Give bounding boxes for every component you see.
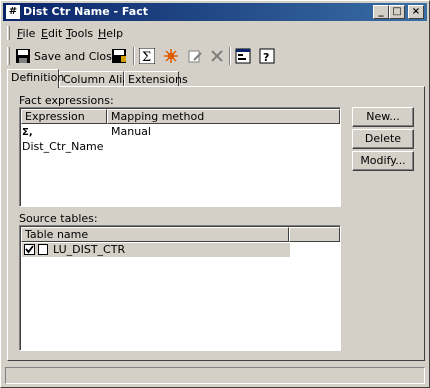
- save-button[interactable]: [111, 46, 127, 66]
- minimize-button[interactable]: _: [373, 5, 389, 19]
- help-icon: ?: [259, 48, 275, 64]
- definition-panel: Fact expressions: Expression Mapping met…: [7, 86, 425, 361]
- new-expression-button[interactable]: [163, 46, 179, 66]
- help-button[interactable]: ?: [259, 46, 275, 66]
- sigma-icon: Σ: [138, 47, 156, 65]
- menubar-grip[interactable]: [7, 26, 10, 40]
- toolbar-separator: [133, 47, 135, 65]
- properties-icon: [235, 48, 251, 64]
- fact-expressions-label: Fact expressions:: [19, 94, 114, 107]
- menu-help-rest: elp: [106, 27, 124, 40]
- menu-file-rest: ile: [22, 27, 36, 40]
- delete-x-icon: [209, 48, 225, 64]
- properties-button[interactable]: [235, 46, 251, 66]
- modify-button[interactable]: Modify...: [352, 151, 414, 171]
- menu-tools[interactable]: Tools: [66, 27, 93, 40]
- floppy-disk-icon: [15, 48, 31, 64]
- sigma-icon: Σ,: [22, 127, 33, 138]
- table-row[interactable]: LU_DIST_CTR: [22, 243, 290, 257]
- fact-expressions-list[interactable]: Expression Mapping method Σ, Dist_Ctr_Na…: [19, 107, 341, 207]
- toolbar: Save and Close Σ ?: [5, 44, 425, 68]
- source-tables-list[interactable]: Table name LU_DIST_CTR: [19, 225, 341, 351]
- close-button[interactable]: ×: [408, 5, 424, 19]
- edit-button[interactable]: [187, 46, 203, 66]
- table-name-cell: LU_DIST_CTR: [53, 243, 126, 256]
- column-header-blank: [289, 227, 340, 242]
- menu-edit-accel: E: [41, 27, 48, 40]
- sparkle-icon: [163, 48, 179, 64]
- tab-column-alias[interactable]: Column Alias: [59, 71, 135, 87]
- app-icon: #: [6, 5, 20, 19]
- tab-extensions[interactable]: Extensions: [124, 71, 188, 87]
- menu-file[interactable]: File: [17, 27, 35, 40]
- checkbox-icon[interactable]: [24, 244, 35, 255]
- toolbar-grip[interactable]: [7, 47, 10, 65]
- mapping-method-cell: Manual: [111, 125, 151, 138]
- save-icon: [111, 48, 127, 64]
- menu-edit-rest: dit: [47, 27, 63, 40]
- menu-tools-rest: ools: [70, 27, 94, 40]
- source-tables-label: Source tables:: [19, 212, 98, 225]
- svg-text:?: ?: [263, 51, 269, 64]
- status-bar: [5, 367, 425, 384]
- toolbar-separator-2: [229, 47, 231, 65]
- column-header-table-name[interactable]: Table name: [21, 227, 289, 242]
- column-header-expression[interactable]: Expression: [21, 109, 107, 124]
- edit-icon: [187, 48, 203, 64]
- delete-button[interactable]: Delete: [352, 129, 414, 149]
- fact-editor-window: # Dist Ctr Name - Fact _ □ × File Edit T…: [0, 0, 430, 388]
- expression-cell: Dist_Ctr_Name: [22, 140, 104, 153]
- column-header-mapping-method[interactable]: Mapping method: [107, 109, 340, 124]
- svg-text:Σ: Σ: [142, 50, 151, 64]
- table-row[interactable]: Σ, Dist_Ctr_Name: [22, 125, 112, 153]
- title-bar[interactable]: # Dist Ctr Name - Fact _ □ ×: [3, 3, 427, 21]
- maximize-button[interactable]: □: [389, 5, 405, 19]
- menu-edit[interactable]: Edit: [41, 27, 62, 40]
- new-button[interactable]: New...: [352, 107, 414, 127]
- delete-toolbar-button[interactable]: [209, 46, 225, 66]
- table-icon: [38, 244, 48, 255]
- window-title: Dist Ctr Name - Fact: [23, 5, 148, 18]
- fact-expression-button[interactable]: Σ: [138, 46, 156, 66]
- menu-help[interactable]: Help: [98, 27, 123, 40]
- save-and-close-button[interactable]: Save and Close: [15, 46, 119, 66]
- save-and-close-label: Save and Close: [34, 49, 119, 63]
- tab-definition[interactable]: Definition: [7, 69, 64, 88]
